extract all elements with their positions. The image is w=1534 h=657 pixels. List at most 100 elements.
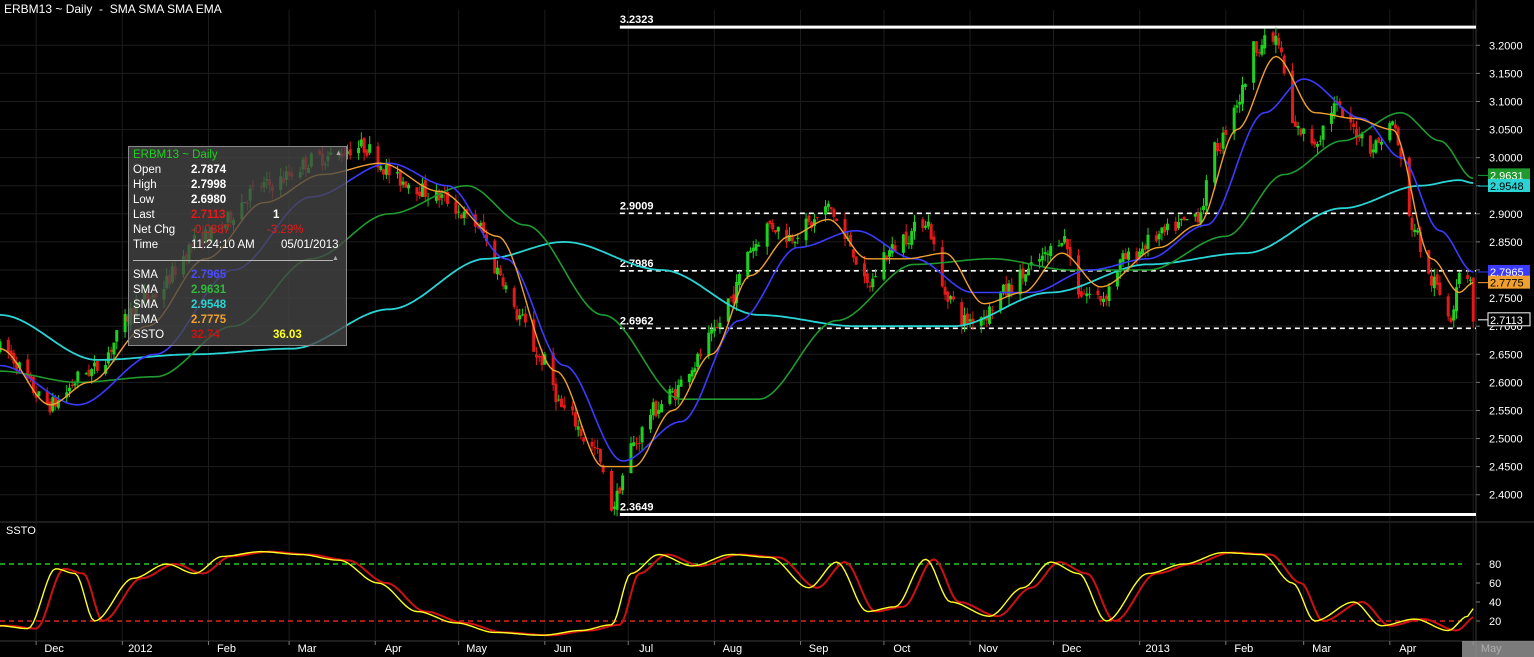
candle-body xyxy=(1160,227,1164,234)
candle-body xyxy=(1296,125,1300,128)
candle-body xyxy=(1388,123,1392,141)
info-collapse-icon[interactable]: ▲ xyxy=(335,150,342,157)
candle-body xyxy=(807,215,811,222)
candle-body xyxy=(1177,221,1181,229)
info-date-value: 05/01/2013 xyxy=(281,239,339,251)
candle-body xyxy=(949,296,953,300)
candle-body xyxy=(1391,121,1395,125)
info-netchg-value: -0.0887 xyxy=(191,224,231,236)
candle-body xyxy=(865,273,869,283)
candle-body xyxy=(657,409,661,414)
candle-body xyxy=(1215,143,1219,152)
time-axis-label: Feb xyxy=(217,643,236,655)
info-ema-label: EMA xyxy=(133,314,158,326)
candle-body xyxy=(924,225,928,228)
candle-body xyxy=(1146,234,1150,249)
candle-body xyxy=(84,373,88,375)
candle-body xyxy=(1302,128,1306,134)
info-time-value: 11:24:10 AM xyxy=(191,239,255,251)
candle-body xyxy=(1174,221,1178,231)
candle-body xyxy=(710,329,714,334)
candle-body xyxy=(1377,138,1381,143)
candle-body xyxy=(115,330,119,342)
candle-body xyxy=(640,427,644,443)
price-axis-label: 2.4500 xyxy=(1489,462,1523,474)
candle-body xyxy=(1026,268,1030,276)
info-separator xyxy=(133,260,333,261)
candle-body xyxy=(712,327,716,332)
candle-body xyxy=(1104,296,1108,300)
candle-body xyxy=(610,471,614,511)
candle-body xyxy=(679,379,683,387)
time-axis-label: Sep xyxy=(809,643,829,655)
ssto-axis-label: 60 xyxy=(1489,578,1501,590)
candle-body xyxy=(67,387,71,392)
candle-body xyxy=(1224,130,1228,135)
candle-body xyxy=(651,402,655,416)
price-axis-label: 3.0500 xyxy=(1489,125,1523,137)
candle-body xyxy=(1374,140,1378,153)
info-sma3-label: SMA xyxy=(133,299,158,311)
candle-body xyxy=(1204,180,1208,206)
info-netchg-row: Net Chg -0.0887 -3.29% xyxy=(133,224,343,239)
candle-body xyxy=(1232,107,1236,134)
candle-body xyxy=(379,166,383,171)
candle-body xyxy=(1182,216,1186,221)
candle-body xyxy=(1038,259,1042,262)
candle-body xyxy=(751,247,755,252)
candle-body xyxy=(1452,309,1456,321)
candle-body xyxy=(929,224,933,240)
candle-body xyxy=(612,506,616,509)
candle-body xyxy=(1077,255,1081,295)
time-axis-label: Aug xyxy=(723,643,743,655)
candle-body xyxy=(407,184,411,189)
candle-body xyxy=(1316,143,1320,147)
candle-body xyxy=(596,447,600,449)
candle-body xyxy=(493,240,497,274)
candle-body xyxy=(885,255,889,258)
candle-body xyxy=(990,309,994,311)
candle-body xyxy=(87,369,91,376)
candle-body xyxy=(648,414,652,430)
ssto-axis-label: 80 xyxy=(1489,559,1501,571)
candle-body xyxy=(718,322,722,328)
candle-body xyxy=(1263,35,1267,49)
time-axis-label: Dec xyxy=(1062,643,1082,655)
info-open-label: Open xyxy=(133,164,162,176)
candle-body xyxy=(1218,149,1222,151)
candle-body xyxy=(559,398,563,408)
time-axis-label: Jun xyxy=(554,643,572,655)
candle-body xyxy=(1449,317,1453,323)
candle-body xyxy=(576,426,580,430)
info-sma2-row: SMA 2.9631 xyxy=(133,284,343,299)
candle-body xyxy=(1321,125,1325,140)
candle-body xyxy=(415,187,419,195)
time-axis-label: Nov xyxy=(978,643,998,655)
candle-body xyxy=(401,181,405,185)
candle-body xyxy=(1352,123,1356,128)
candle-body xyxy=(676,385,680,398)
candle-body xyxy=(768,220,772,225)
candle-body xyxy=(1165,223,1169,231)
price-axis-label: 2.6000 xyxy=(1489,377,1523,389)
candle-body xyxy=(54,397,58,407)
candle-body xyxy=(854,256,858,265)
candle-body xyxy=(1085,293,1089,297)
candle-body xyxy=(382,169,386,175)
candle-body xyxy=(1243,84,1247,88)
candle-body xyxy=(1430,275,1434,286)
candle-body xyxy=(1393,124,1397,129)
level-line-label: 2.9009 xyxy=(620,200,654,212)
price-axis-label: 2.5500 xyxy=(1489,405,1523,417)
candle-body xyxy=(1143,245,1147,250)
candle-body xyxy=(534,354,538,358)
time-axis-label: 2013 xyxy=(1145,643,1169,655)
candle-body xyxy=(498,268,502,276)
time-axis-label: Oct xyxy=(893,643,910,655)
candle-body xyxy=(1466,275,1470,279)
info-expand-icon[interactable]: ▲ xyxy=(332,255,339,262)
info-low-label: Low xyxy=(133,194,155,206)
candle-body xyxy=(398,169,402,186)
time-axis-label: 2012 xyxy=(128,643,152,655)
info-sma2-value: 2.9631 xyxy=(191,284,227,296)
